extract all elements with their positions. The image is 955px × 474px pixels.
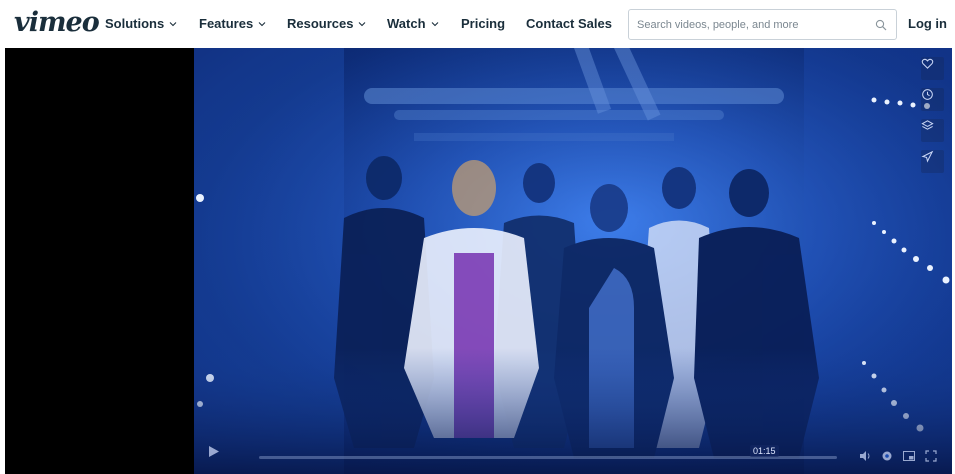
search-box — [628, 9, 897, 40]
chevron-down-icon — [357, 19, 367, 29]
chevron-down-icon — [168, 19, 178, 29]
video-player: 01:15 — [5, 48, 952, 474]
play-icon — [209, 446, 219, 457]
login-link[interactable]: Log in — [908, 16, 947, 32]
settings-icon — [882, 451, 892, 461]
top-navigation: vimeo Solutions Features Resources Watch… — [0, 0, 955, 48]
volume-icon — [860, 451, 870, 461]
share-button[interactable] — [921, 150, 944, 173]
nav-features[interactable]: Features — [199, 16, 267, 32]
nav-pricing-label: Pricing — [461, 16, 506, 31]
fullscreen-button[interactable] — [924, 449, 938, 463]
nav-solutions[interactable]: Solutions — [105, 16, 178, 32]
nav-pricing[interactable]: Pricing — [461, 16, 505, 32]
collections-button[interactable] — [921, 119, 944, 142]
nav-watch-label: Watch — [387, 16, 426, 31]
watch-later-button[interactable] — [921, 88, 944, 111]
nav-features-label: Features — [199, 16, 254, 31]
settings-button[interactable] — [880, 449, 894, 463]
video-scene — [194, 48, 952, 474]
nav-solutions-label: Solutions — [105, 16, 165, 31]
nav-contact-sales[interactable]: Contact Sales — [526, 16, 612, 32]
current-time-label: 01:15 — [750, 445, 779, 457]
layers-icon — [921, 120, 934, 130]
chevron-down-icon — [257, 19, 267, 29]
fullscreen-icon — [925, 450, 937, 462]
send-icon — [921, 150, 934, 163]
search-icon[interactable] — [875, 18, 887, 31]
progress-bar[interactable]: 01:15 — [259, 445, 837, 459]
video-frame[interactable]: 01:15 — [194, 48, 952, 474]
volume-button[interactable] — [858, 449, 872, 463]
chevron-down-icon — [430, 19, 440, 29]
clock-icon — [922, 89, 933, 100]
pip-button[interactable] — [902, 449, 916, 463]
search-input[interactable] — [637, 10, 872, 39]
nav-resources-label: Resources — [287, 16, 354, 31]
heart-icon — [921, 58, 934, 69]
player-controls: 01:15 — [194, 440, 952, 474]
nav-watch[interactable]: Watch — [387, 16, 440, 32]
pip-icon — [903, 451, 915, 461]
like-button[interactable] — [921, 57, 944, 80]
vimeo-logo[interactable]: vimeo — [14, 9, 100, 37]
play-button[interactable] — [208, 445, 238, 469]
nav-contact-sales-label: Contact Sales — [526, 16, 612, 31]
nav-resources[interactable]: Resources — [287, 16, 367, 32]
